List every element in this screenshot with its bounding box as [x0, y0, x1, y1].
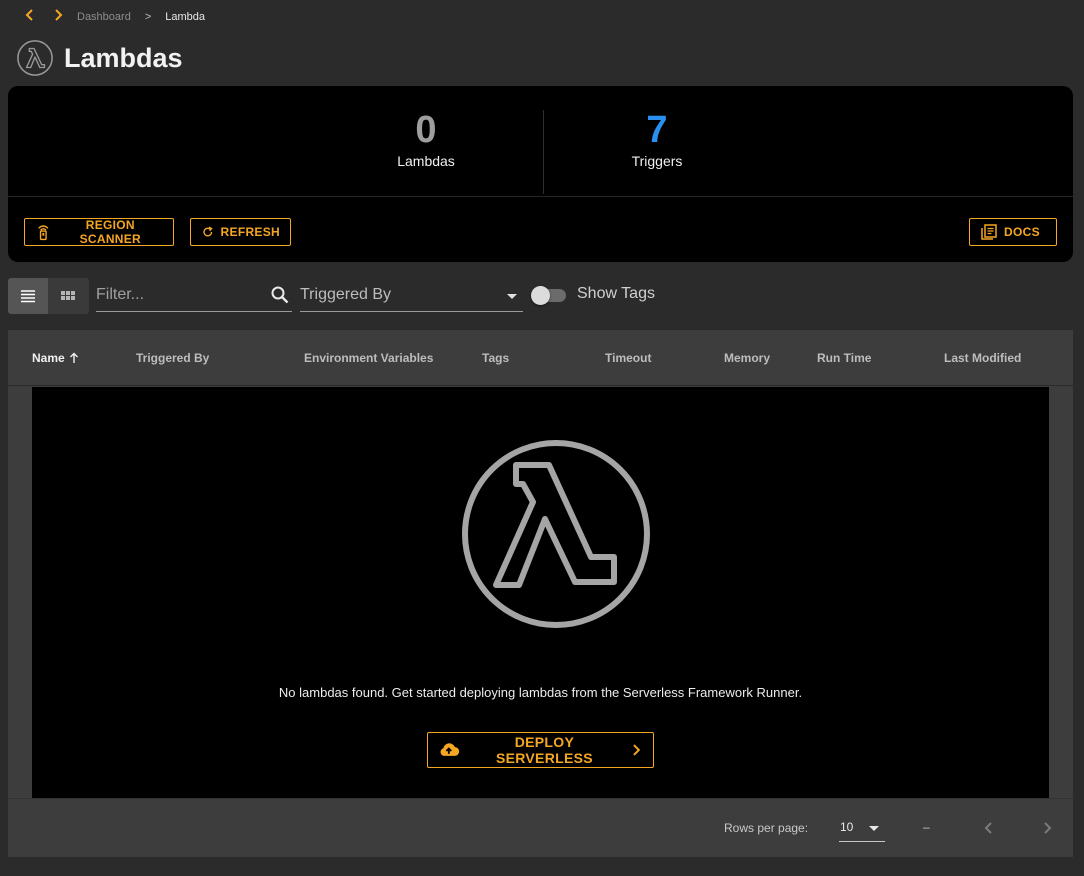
- summary-divider: [8, 196, 1073, 197]
- column-header-run-time[interactable]: Run Time: [817, 351, 871, 365]
- docs-button[interactable]: DOCS: [969, 218, 1057, 246]
- stat-lambdas-value: 0: [415, 109, 437, 151]
- triggered-by-label: Triggered By: [300, 286, 391, 303]
- breadcrumb: Dashboard > Lambda: [77, 11, 205, 23]
- stat-triggers-label: Triggers: [631, 153, 683, 169]
- region-scanner-button[interactable]: REGION SCANNER: [24, 218, 174, 246]
- summary-card: 0 Lambdas 7 Triggers REGION SCANNER REFR…: [8, 86, 1073, 262]
- filter-field: [96, 280, 292, 312]
- lambda-page: Dashboard > Lambda Lambdas 0 Lambdas 7 T…: [0, 0, 1084, 876]
- pagination-range: –: [923, 820, 930, 834]
- region-scanner-icon: [38, 225, 49, 241]
- column-header-last-modified[interactable]: Last Modified: [944, 351, 1021, 365]
- show-tags-label: Show Tags: [577, 285, 655, 302]
- page-title: Lambdas: [64, 42, 183, 73]
- breadcrumb-current: Lambda: [165, 11, 206, 23]
- rows-per-page-value: 10: [840, 820, 854, 834]
- filter-input[interactable]: [96, 280, 266, 310]
- chevron-down-icon: [507, 294, 517, 299]
- region-scanner-label: REGION SCANNER: [79, 218, 142, 246]
- stat-triggers: 7 Triggers: [557, 110, 757, 169]
- grid-view-icon: [61, 291, 75, 300]
- list-view-icon: [21, 290, 35, 303]
- back-arrow-icon[interactable]: [20, 5, 40, 25]
- page-header: Lambdas: [16, 38, 183, 78]
- stat-triggers-value: 7: [646, 109, 668, 151]
- show-tags-toggle[interactable]: [530, 285, 568, 305]
- column-header-tags[interactable]: Tags: [482, 351, 509, 365]
- stat-lambdas: 0 Lambdas: [326, 110, 526, 169]
- stat-lambdas-label: Lambdas: [397, 153, 455, 169]
- deploy-serverless-label: DEPLOY SERVERLESS: [495, 734, 593, 766]
- sort-ascending-icon: [69, 352, 78, 363]
- rows-per-page-label: Rows per page:: [724, 821, 809, 835]
- empty-message: No lambdas found. Get started deploying …: [278, 685, 803, 700]
- next-page-button[interactable]: [1034, 815, 1060, 841]
- refresh-button[interactable]: REFRESH: [190, 218, 291, 246]
- column-header-triggered-by[interactable]: Triggered By: [136, 351, 209, 365]
- chevron-right-icon: [1044, 822, 1052, 834]
- docs-label: DOCS: [1004, 225, 1040, 239]
- toggle-thumb: [531, 286, 550, 305]
- stat-divider: [543, 110, 544, 194]
- forward-arrow-icon[interactable]: [48, 5, 68, 25]
- search-icon[interactable]: [270, 285, 290, 305]
- rows-per-page-select[interactable]: 10: [839, 814, 885, 842]
- lambda-logo-icon: [17, 40, 53, 76]
- table-toolbar: Triggered By Show Tags: [8, 276, 1073, 316]
- deploy-serverless-button[interactable]: DEPLOY SERVERLESS: [427, 732, 654, 768]
- grid-view-button[interactable]: [48, 278, 88, 314]
- breadcrumb-dashboard[interactable]: Dashboard: [77, 11, 131, 23]
- triggered-by-select[interactable]: Triggered By: [300, 280, 523, 312]
- list-view-button[interactable]: [8, 278, 48, 314]
- breadcrumb-bar: Dashboard > Lambda: [0, 0, 1084, 34]
- table-pagination: Rows per page: 10 –: [8, 798, 1073, 857]
- docs-icon: [981, 224, 997, 240]
- table-header: Name Triggered By Environment Variables …: [8, 330, 1073, 386]
- cloud-upload-icon: [440, 743, 460, 756]
- column-header-timeout[interactable]: Timeout: [605, 351, 651, 365]
- column-header-name-label: Name: [32, 351, 65, 365]
- refresh-label: REFRESH: [220, 225, 280, 239]
- lambda-icon: [462, 440, 650, 628]
- chevron-right-icon: [633, 744, 641, 756]
- column-header-environment-variables[interactable]: Environment Variables: [304, 351, 433, 365]
- refresh-icon: [203, 226, 213, 237]
- empty-state: No lambdas found. Get started deploying …: [32, 387, 1049, 798]
- chevron-down-icon: [869, 826, 879, 831]
- breadcrumb-separator: >: [144, 11, 152, 23]
- view-toggle: [8, 278, 89, 314]
- previous-page-button[interactable]: [976, 815, 1002, 841]
- lambdas-table: Name Triggered By Environment Variables …: [8, 330, 1073, 857]
- column-header-name[interactable]: Name: [32, 351, 80, 365]
- column-header-memory[interactable]: Memory: [724, 351, 770, 365]
- chevron-left-icon: [984, 822, 992, 834]
